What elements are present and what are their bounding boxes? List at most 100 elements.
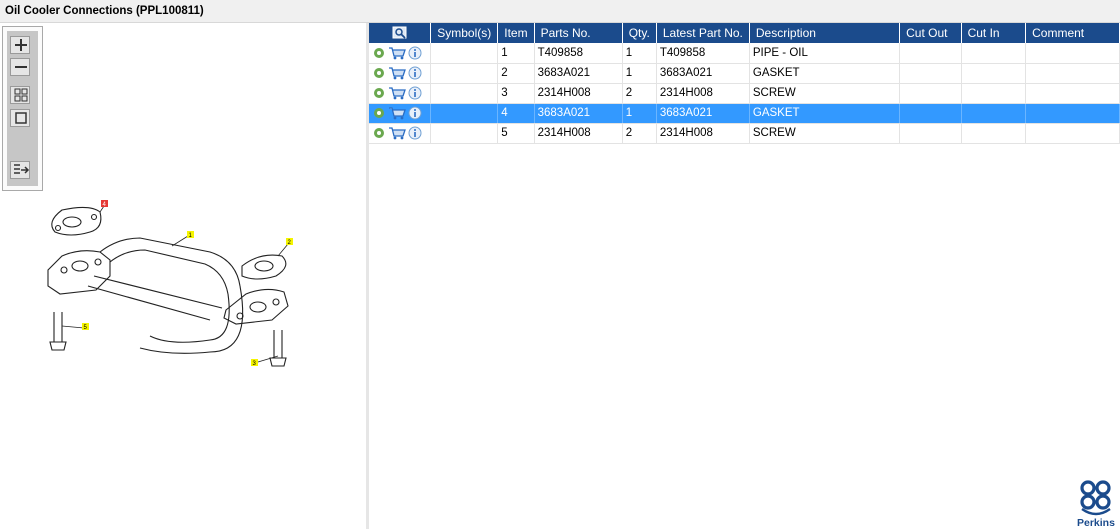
title-bar: Oil Cooler Connections (PPL100811) bbox=[0, 0, 1120, 23]
cart-icon[interactable] bbox=[388, 66, 406, 80]
cut-out-cell bbox=[899, 43, 962, 64]
zoom-part-icon bbox=[392, 26, 407, 40]
part-no-cell: 3683A021 bbox=[534, 63, 623, 84]
symbol-cell bbox=[430, 123, 499, 144]
export-list-icon bbox=[14, 164, 30, 174]
latest-part-no-cell: 2314H008 bbox=[656, 83, 750, 104]
gear-icon[interactable] bbox=[372, 86, 386, 100]
callout-3[interactable]: 3 bbox=[251, 359, 258, 367]
info-icon[interactable] bbox=[408, 66, 422, 80]
part-no-cell: T409858 bbox=[534, 43, 623, 64]
cart-icon[interactable] bbox=[388, 86, 406, 100]
part-no-cell: 2314H008 bbox=[534, 83, 623, 104]
perkins-logo-icon bbox=[1080, 480, 1111, 516]
column-header-symbols[interactable]: Symbol(s) bbox=[430, 23, 499, 43]
description-cell: GASKET bbox=[749, 103, 901, 124]
fit-grid-icon bbox=[14, 88, 28, 102]
column-header-cut-in[interactable]: Cut In bbox=[961, 23, 1027, 43]
brand-name: Perkins bbox=[1077, 517, 1115, 529]
latest-part-no-cell: 3683A021 bbox=[656, 63, 750, 84]
symbol-cell bbox=[430, 83, 499, 104]
latest-part-no-cell: T409858 bbox=[656, 43, 750, 64]
cut-in-cell bbox=[961, 123, 1027, 144]
description-cell: SCREW bbox=[749, 83, 901, 104]
perkins-logo: Perkins bbox=[1076, 479, 1118, 529]
description-cell: SCREW bbox=[749, 123, 901, 144]
cut-in-cell bbox=[961, 63, 1027, 84]
column-header-comment[interactable]: Comment bbox=[1025, 23, 1120, 43]
parts-table: Symbol(s) Item Parts No. Qty. Latest Par… bbox=[369, 23, 1120, 144]
parts-grid: Symbol(s) Item Parts No. Qty. Latest Par… bbox=[369, 23, 1120, 529]
table-row[interactable]: 1 T409858 1 T409858 PIPE - OIL bbox=[369, 43, 1120, 64]
cart-icon[interactable] bbox=[388, 46, 406, 60]
qty-cell: 2 bbox=[622, 123, 657, 144]
zoom-in-icon bbox=[15, 39, 27, 51]
callout-4[interactable]: 4 bbox=[101, 200, 108, 208]
info-icon[interactable] bbox=[408, 86, 422, 100]
cut-in-cell bbox=[961, 43, 1027, 64]
fit-page-icon bbox=[15, 112, 27, 124]
zoom-in-button[interactable] bbox=[10, 36, 30, 54]
part-no-cell: 3683A021 bbox=[534, 103, 623, 124]
row-actions-cell bbox=[369, 103, 432, 124]
symbol-cell bbox=[430, 103, 499, 124]
zoom-out-button[interactable] bbox=[10, 58, 30, 76]
comment-cell bbox=[1025, 83, 1120, 104]
callout-1[interactable]: 1 bbox=[187, 231, 194, 239]
info-icon[interactable] bbox=[408, 106, 422, 120]
cut-in-cell bbox=[961, 83, 1027, 104]
symbol-cell bbox=[430, 43, 499, 64]
column-header-parts-no[interactable]: Parts No. bbox=[534, 23, 623, 43]
fit-page-button[interactable] bbox=[10, 109, 30, 127]
qty-cell: 2 bbox=[622, 83, 657, 104]
gear-icon[interactable] bbox=[372, 106, 386, 120]
cut-out-cell bbox=[899, 123, 962, 144]
comment-cell bbox=[1025, 43, 1120, 64]
info-icon[interactable] bbox=[408, 46, 422, 60]
zoom-toolbox bbox=[2, 26, 43, 191]
info-icon[interactable] bbox=[408, 126, 422, 140]
callout-5[interactable]: 5 bbox=[82, 323, 89, 331]
zoom-out-icon bbox=[15, 66, 27, 68]
item-cell: 1 bbox=[497, 43, 535, 64]
column-header-latest-part-no[interactable]: Latest Part No. bbox=[656, 23, 750, 43]
gear-icon[interactable] bbox=[372, 126, 386, 140]
cart-icon[interactable] bbox=[388, 106, 406, 120]
description-cell: GASKET bbox=[749, 63, 901, 84]
row-actions-cell bbox=[369, 43, 432, 64]
fit-grid-button[interactable] bbox=[10, 86, 30, 104]
item-cell: 3 bbox=[497, 83, 535, 104]
qty-cell: 1 bbox=[622, 43, 657, 64]
column-header-item[interactable]: Item bbox=[497, 23, 535, 43]
column-header-qty[interactable]: Qty. bbox=[622, 23, 657, 43]
window-title: Oil Cooler Connections (PPL100811) bbox=[5, 5, 204, 17]
symbol-cell bbox=[430, 63, 499, 84]
cart-icon[interactable] bbox=[388, 126, 406, 140]
column-header-cut-out[interactable]: Cut Out bbox=[899, 23, 962, 43]
cut-in-cell bbox=[961, 103, 1027, 124]
table-row[interactable]: 2 3683A021 1 3683A021 GASKET bbox=[369, 63, 1120, 84]
table-row[interactable]: 4 3683A021 1 3683A021 GASKET bbox=[369, 103, 1120, 124]
row-actions-cell bbox=[369, 123, 432, 144]
latest-part-no-cell: 3683A021 bbox=[656, 103, 750, 124]
latest-part-no-cell: 2314H008 bbox=[656, 123, 750, 144]
gear-icon[interactable] bbox=[372, 66, 386, 80]
item-cell: 2 bbox=[497, 63, 535, 84]
qty-cell: 1 bbox=[622, 103, 657, 124]
table-row[interactable]: 5 2314H008 2 2314H008 SCREW bbox=[369, 123, 1120, 144]
callout-2[interactable]: 2 bbox=[286, 238, 293, 246]
table-row[interactable]: 3 2314H008 2 2314H008 SCREW bbox=[369, 83, 1120, 104]
qty-cell: 1 bbox=[622, 63, 657, 84]
gear-icon[interactable] bbox=[372, 46, 386, 60]
comment-cell bbox=[1025, 123, 1120, 144]
comment-cell bbox=[1025, 63, 1120, 84]
parts-diagram: 4 1 2 5 3 bbox=[47, 200, 293, 367]
cut-out-cell bbox=[899, 63, 962, 84]
row-actions-cell bbox=[369, 63, 432, 84]
export-list-button[interactable] bbox=[10, 161, 30, 179]
cut-out-cell bbox=[899, 103, 962, 124]
comment-cell bbox=[1025, 103, 1120, 124]
column-header-description[interactable]: Description bbox=[749, 23, 901, 43]
row-actions-cell bbox=[369, 83, 432, 104]
column-header-tools[interactable] bbox=[369, 23, 432, 43]
